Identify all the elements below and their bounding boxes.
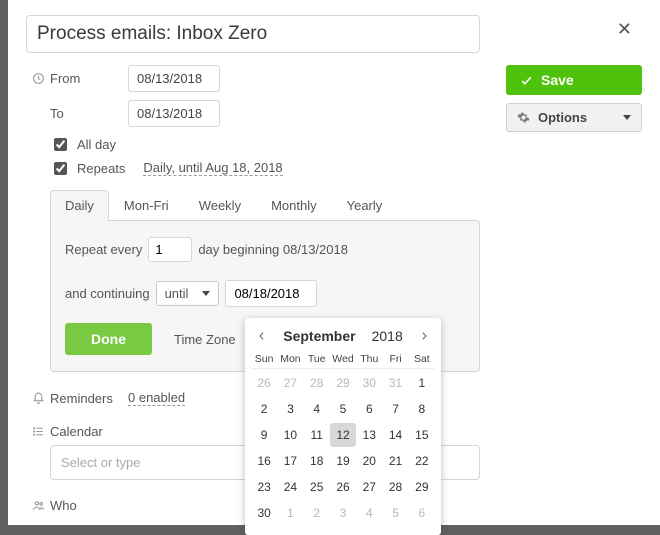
dp-day[interactable]: 22: [409, 449, 435, 473]
dp-day[interactable]: 3: [330, 501, 356, 525]
dp-day[interactable]: 8: [409, 397, 435, 421]
dp-day[interactable]: 27: [277, 371, 303, 395]
dp-day[interactable]: 1: [277, 501, 303, 525]
dp-day[interactable]: 9: [251, 423, 277, 447]
list-icon: [26, 425, 50, 438]
reminders-count[interactable]: 0 enabled: [128, 390, 185, 406]
dp-day[interactable]: 4: [304, 397, 330, 421]
dp-weekday: Sat: [409, 350, 435, 369]
dp-next-month[interactable]: [415, 329, 433, 343]
check-icon: [520, 74, 533, 87]
dp-day[interactable]: 31: [382, 371, 408, 395]
dp-day[interactable]: 23: [251, 475, 277, 499]
dp-day[interactable]: 13: [356, 423, 382, 447]
title-input[interactable]: [26, 15, 480, 53]
chevron-left-icon: [257, 331, 267, 341]
dp-day[interactable]: 18: [304, 449, 330, 473]
dp-day[interactable]: 7: [382, 397, 408, 421]
repeat-summary[interactable]: Daily, until Aug 18, 2018: [143, 160, 282, 176]
who-label: Who: [50, 498, 77, 513]
timezone-label[interactable]: Time Zone: [174, 332, 236, 347]
dp-day[interactable]: 10: [277, 423, 303, 447]
until-date-input[interactable]: [225, 280, 317, 307]
dp-day[interactable]: 17: [277, 449, 303, 473]
dp-day[interactable]: 30: [356, 371, 382, 395]
dp-prev-month[interactable]: [253, 329, 271, 343]
people-icon: [26, 499, 50, 512]
dp-day[interactable]: 29: [409, 475, 435, 499]
save-button[interactable]: Save: [506, 65, 642, 95]
dp-title: September2018: [283, 328, 403, 344]
until-mode-dropdown[interactable]: until: [156, 281, 220, 306]
close-icon[interactable]: ✕: [613, 15, 636, 44]
to-date-input[interactable]: [128, 100, 220, 127]
chevron-right-icon: [419, 331, 429, 341]
reminders-label: Reminders: [50, 391, 128, 406]
continuing-label: and continuing: [65, 286, 150, 301]
repeat-every-post: day beginning 08/13/2018: [198, 242, 348, 257]
repeats-checkbox[interactable]: [54, 162, 67, 175]
dp-weekday: Sun: [251, 350, 277, 369]
dp-day[interactable]: 2: [304, 501, 330, 525]
allday-checkbox[interactable]: [54, 138, 67, 151]
dp-day[interactable]: 6: [356, 397, 382, 421]
dp-day[interactable]: 30: [251, 501, 277, 525]
repeat-tab-monthly[interactable]: Monthly: [256, 190, 332, 221]
repeat-tab-daily[interactable]: Daily: [50, 190, 109, 221]
dp-day[interactable]: 20: [356, 449, 382, 473]
dp-day[interactable]: 21: [382, 449, 408, 473]
dp-day[interactable]: 4: [356, 501, 382, 525]
dp-weekday: Mon: [277, 350, 303, 369]
dp-day[interactable]: 12: [330, 423, 356, 447]
dp-day[interactable]: 26: [330, 475, 356, 499]
dp-day[interactable]: 27: [356, 475, 382, 499]
dp-day[interactable]: 28: [382, 475, 408, 499]
bell-icon: [26, 392, 50, 405]
dp-day[interactable]: 24: [277, 475, 303, 499]
dp-day[interactable]: 1: [409, 371, 435, 395]
save-label: Save: [541, 72, 574, 88]
dp-day[interactable]: 29: [330, 371, 356, 395]
repeat-every-n[interactable]: [148, 237, 192, 262]
until-mode-value: until: [165, 286, 189, 301]
repeat-tab-weekly[interactable]: Weekly: [184, 190, 256, 221]
datepicker-popup: September2018 SunMonTueWedThuFriSat26272…: [245, 318, 441, 535]
dp-day[interactable]: 25: [304, 475, 330, 499]
to-label: To: [50, 106, 128, 121]
options-button[interactable]: Options: [506, 103, 642, 132]
calendar-label: Calendar: [50, 424, 103, 439]
dp-weekday: Fri: [382, 350, 408, 369]
from-date-input[interactable]: [128, 65, 220, 92]
dp-day[interactable]: 2: [251, 397, 277, 421]
dp-day[interactable]: 16: [251, 449, 277, 473]
dp-day[interactable]: 5: [330, 397, 356, 421]
dp-weekday: Tue: [304, 350, 330, 369]
caret-down-icon: [623, 115, 631, 120]
clock-icon: [26, 72, 50, 85]
dp-weekday: Thu: [356, 350, 382, 369]
dp-day[interactable]: 15: [409, 423, 435, 447]
dp-day[interactable]: 6: [409, 501, 435, 525]
event-editor-modal: ✕ From To All day Repeats: [8, 0, 660, 525]
allday-label: All day: [77, 137, 116, 152]
repeat-tab-yearly[interactable]: Yearly: [332, 190, 398, 221]
dp-day[interactable]: 14: [382, 423, 408, 447]
dp-day[interactable]: 28: [304, 371, 330, 395]
dp-day[interactable]: 26: [251, 371, 277, 395]
dp-day[interactable]: 19: [330, 449, 356, 473]
repeat-tab-mon-fri[interactable]: Mon-Fri: [109, 190, 184, 221]
from-label: From: [50, 71, 128, 86]
dp-day[interactable]: 3: [277, 397, 303, 421]
dp-day[interactable]: 11: [304, 423, 330, 447]
dp-day[interactable]: 5: [382, 501, 408, 525]
repeat-every-pre: Repeat every: [65, 242, 142, 257]
repeats-label: Repeats: [77, 161, 125, 176]
dp-weekday: Wed: [330, 350, 356, 369]
gear-icon: [517, 111, 530, 124]
done-button[interactable]: Done: [65, 323, 152, 355]
options-label: Options: [538, 110, 587, 125]
caret-down-icon: [202, 291, 210, 296]
